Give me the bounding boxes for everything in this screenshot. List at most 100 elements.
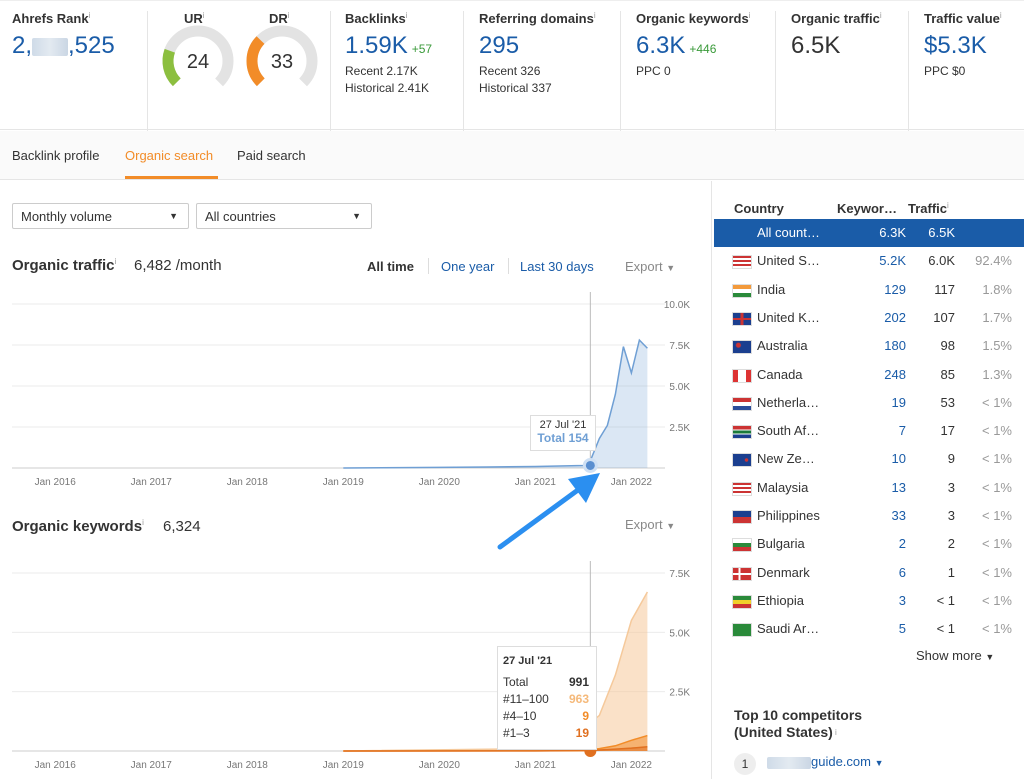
country-traffic: 117 — [934, 281, 955, 297]
ahrefs-rank-value[interactable]: 2, ,525 — [12, 32, 147, 60]
country-row[interactable]: New Ze… 10 9 < 1% — [714, 445, 1024, 473]
country-traffic: 6.0K — [928, 253, 955, 269]
organic-traffic-label: Organic traffici — [791, 11, 882, 26]
y-tick-label: 7.5K — [669, 569, 690, 580]
country-traffic-pct: < 1% — [982, 479, 1012, 495]
keywords-export-button[interactable]: Export ▼ — [625, 517, 675, 532]
show-more-button[interactable]: Show more ▼ — [916, 648, 994, 663]
country-keywords: 3 — [898, 592, 906, 608]
country-row[interactable]: Australia 180 98 1.5% — [714, 332, 1024, 360]
tooltip-row-label: #11–100 — [503, 692, 549, 706]
col-traffic[interactable]: Traffici — [908, 201, 949, 216]
country-traffic: 2 — [947, 536, 955, 552]
organic-traffic-value: 6.5K — [791, 32, 841, 59]
tab-backlink-profile[interactable]: Backlink profile — [12, 148, 99, 163]
gb-flag-icon — [732, 311, 752, 326]
y-tick-label: 7.5K — [669, 341, 690, 352]
country-keywords: 7 — [898, 423, 906, 439]
x-tick-label: Jan 2020 — [419, 477, 461, 488]
country-traffic-pct: < 1% — [982, 564, 1012, 580]
country-name: United K… — [757, 309, 820, 325]
country-traffic-pct: < 1% — [982, 592, 1012, 608]
dk-flag-icon — [732, 566, 752, 581]
backlinks-value[interactable]: 1.59K +57 — [345, 32, 463, 60]
countries-select[interactable]: All countries ▼ — [196, 203, 372, 229]
country-row-all[interactable]: All count… 6.3K 6.5K — [714, 219, 1024, 247]
organic-keywords-ppc: PPC 0 — [636, 64, 671, 78]
keywords-tooltip-row: Total 991 — [503, 675, 591, 692]
x-tick-label: Jan 2018 — [227, 477, 269, 488]
traffic-value-value[interactable]: $5.3K — [924, 32, 1024, 60]
ahrefs-rank-card: Ahrefs Ranki 2, ,525 — [0, 11, 148, 131]
au-flag-icon — [732, 340, 752, 355]
referring-domains-value[interactable]: 295 — [479, 32, 620, 60]
organic-traffic-total: 6,482 /month — [134, 257, 222, 274]
info-icon[interactable]: i — [89, 11, 91, 20]
range-last-30-days[interactable]: Last 30 days — [520, 259, 594, 274]
country-keywords: 248 — [884, 366, 906, 382]
country-traffic: 3 — [947, 479, 955, 495]
x-tick-label: Jan 2017 — [131, 760, 173, 771]
country-row[interactable]: Malaysia 13 3 < 1% — [714, 474, 1024, 502]
metrics-bar: Ahrefs Ranki 2, ,525 URi DRi 24 33 Backli… — [0, 0, 1024, 131]
range-one-year[interactable]: One year — [441, 259, 494, 274]
country-row[interactable]: Ethiopia 3 < 1 < 1% — [714, 587, 1024, 615]
caret-down-icon: ▼ — [666, 263, 676, 273]
tab-organic-search[interactable]: Organic search — [125, 148, 213, 163]
country-row[interactable]: India 129 117 1.8% — [714, 276, 1024, 304]
country-traffic-pct: < 1% — [982, 508, 1012, 523]
country-traffic-pct: < 1% — [982, 536, 1012, 552]
traffic-value-label: Traffic valuei — [924, 11, 1002, 26]
country-traffic: 9 — [947, 451, 955, 467]
country-row[interactable]: Saudi Ar… 5 < 1 < 1% — [714, 615, 1024, 643]
active-tab-indicator — [125, 176, 218, 179]
backlinks-card: Backlinksi 1.59K +57 Recent 2.17K Histori… — [331, 11, 464, 131]
organic-traffic-card: Organic traffici 6.5K — [776, 11, 909, 131]
traffic-value-card: Traffic valuei $5.3K PPC $0 — [909, 11, 1024, 131]
x-tick-label: Jan 2021 — [515, 760, 557, 771]
dr-value: 33 — [271, 51, 293, 73]
country-row[interactable]: Philippines 33 3 < 1% — [714, 502, 1024, 530]
organic-keywords-total: 6,324 — [163, 518, 201, 535]
ca-flag-icon — [732, 368, 752, 383]
range-all-time[interactable]: All time — [367, 259, 414, 274]
y-tick-label: 10.0K — [664, 300, 690, 311]
country-row[interactable]: Bulgaria 2 2 < 1% — [714, 530, 1024, 558]
country-row[interactable]: United S… 5.2K 6.0K 92.4% — [714, 247, 1024, 275]
backlinks-historical: Historical 2.41K — [345, 81, 430, 95]
competitor-link[interactable]: guide.com ▼ — [767, 754, 884, 769]
country-traffic: 3 — [947, 508, 955, 523]
sa-flag-icon — [732, 623, 752, 638]
country-name: Malaysia — [757, 479, 809, 495]
col-keywords[interactable]: Keywor… — [837, 201, 897, 216]
nz-flag-icon — [732, 453, 752, 468]
ahrefs-rank-label: Ahrefs Ranki — [12, 11, 91, 26]
traffic-value-ppc: PPC $0 — [924, 64, 966, 78]
country-row[interactable]: United K… 202 107 1.7% — [714, 304, 1024, 332]
za-flag-icon — [732, 425, 752, 440]
organic-keywords-value[interactable]: 6.3K +446 — [636, 32, 775, 60]
traffic-tooltip: 27 Jul '21 Total 154 — [530, 415, 596, 451]
tooltip-row-value: 9 — [582, 709, 589, 723]
col-country[interactable]: Country — [734, 201, 784, 216]
country-name: Bulgaria — [757, 536, 805, 552]
country-traffic-pct: < 1% — [982, 451, 1012, 467]
country-name: United S… — [757, 253, 820, 269]
keywords-tooltip: 27 Jul '21 Total 991 #11–100 963 #4–10 9 #1–3 1… — [497, 646, 597, 750]
tab-paid-search[interactable]: Paid search — [237, 148, 306, 163]
country-traffic-pct: < 1% — [982, 621, 1012, 637]
country-row[interactable]: South Af… 7 17 < 1% — [714, 417, 1024, 445]
country-traffic-pct: 1.8% — [982, 281, 1012, 297]
x-tick-label: Jan 2020 — [419, 760, 461, 771]
traffic-export-button[interactable]: Export ▼ — [625, 259, 675, 274]
volume-select[interactable]: Monthly volume ▼ — [12, 203, 189, 229]
country-row[interactable]: Netherla… 19 53 < 1% — [714, 389, 1024, 417]
country-row[interactable]: Denmark 6 1 < 1% — [714, 559, 1024, 587]
x-tick-label: Jan 2016 — [35, 760, 77, 771]
referring-domains-card: Referring domainsi 295 Recent 326 Histor… — [464, 11, 621, 131]
divider — [428, 258, 429, 274]
backlinks-label: Backlinksi — [345, 11, 408, 26]
bg-flag-icon — [732, 538, 752, 553]
country-traffic-pct: 1.3% — [982, 366, 1012, 382]
country-row[interactable]: Canada 248 85 1.3% — [714, 361, 1024, 389]
